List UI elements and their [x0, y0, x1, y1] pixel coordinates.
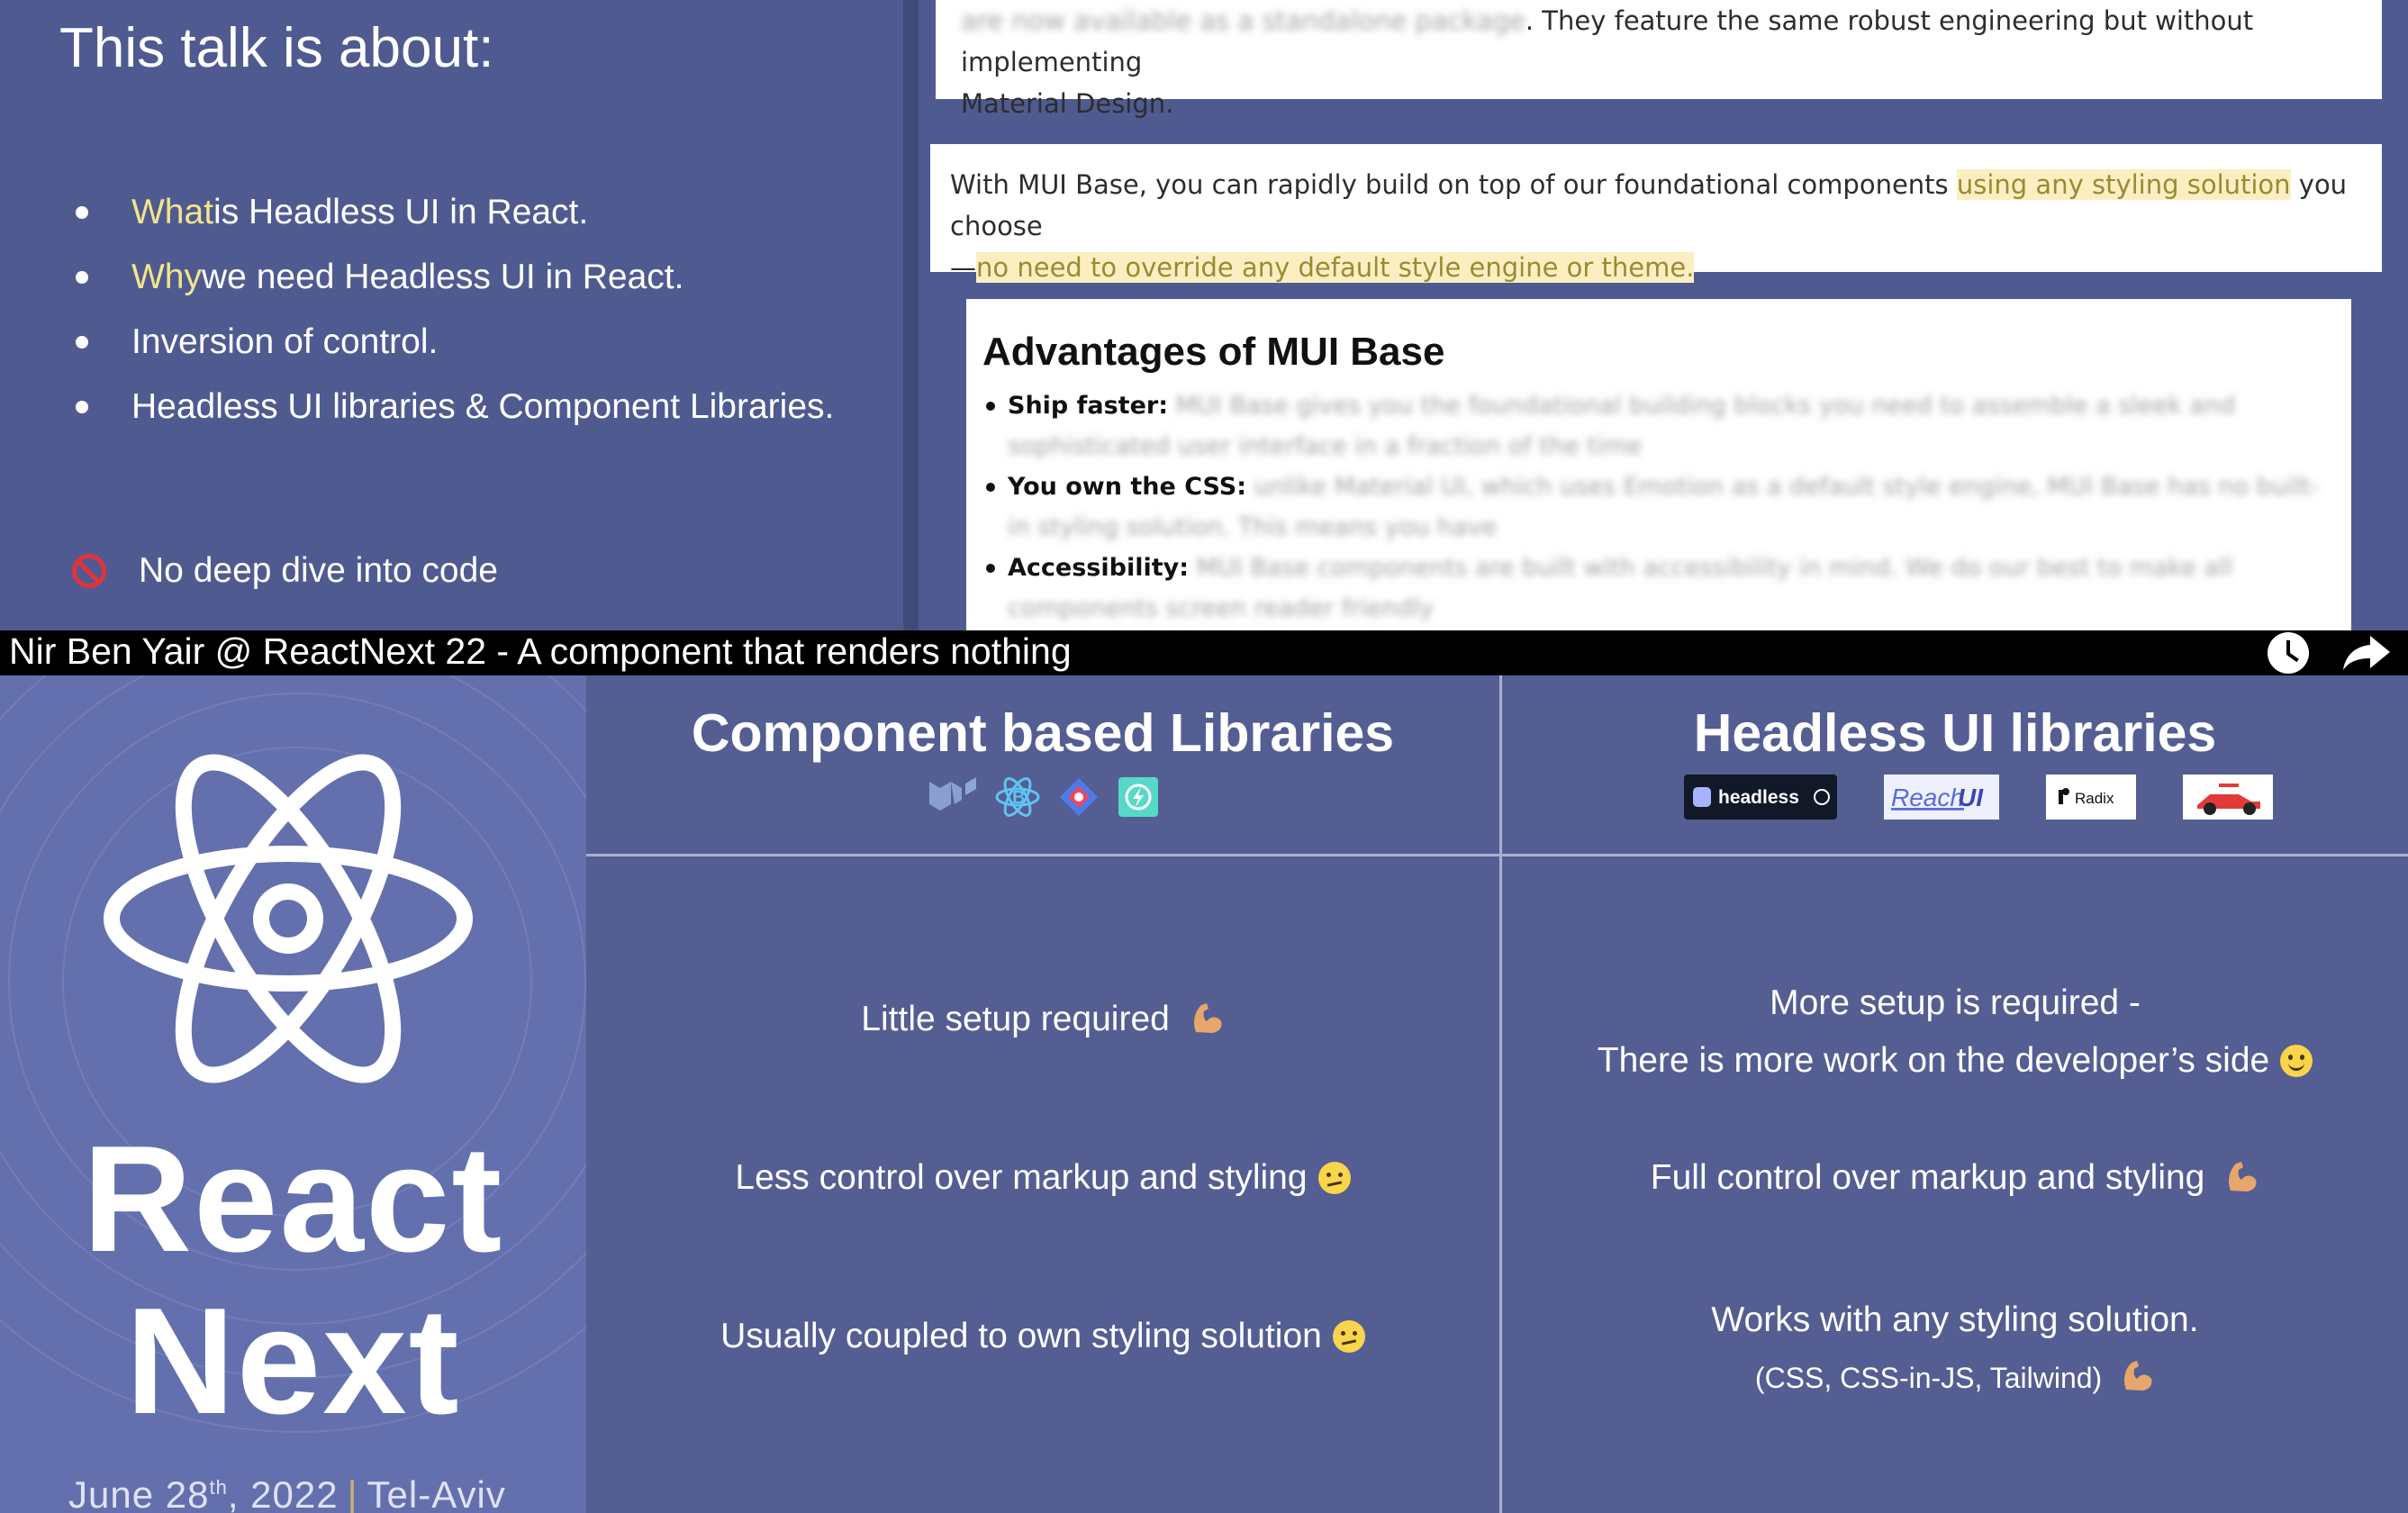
agenda-item: Headless UI libraries & Component Librar… — [76, 375, 834, 439]
reactnext-brand-panel: React Next June 28th, 2022 | Tel-Aviv — [0, 675, 586, 1513]
bullet-icon — [76, 271, 88, 284]
bullet-icon — [76, 336, 88, 349]
headless-ui-logo-icon: headless — [1684, 775, 1837, 820]
video-title[interactable]: Nir Ben Yair @ ReactNext 22 - A componen… — [9, 630, 1072, 672]
downshift-logo-icon — [2183, 775, 2273, 820]
bullet-icon — [76, 401, 88, 413]
component-libraries-styling: Usually coupled to own styling solution — [586, 1308, 1499, 1365]
headless-libraries-styling: Works with any styling solution. (CSS, C… — [1711, 1300, 2199, 1394]
bullet-icon — [76, 206, 88, 219]
reach-ui-logo-icon: Reach UI — [1884, 775, 1999, 820]
flexed-biceps-icon — [2229, 1162, 2257, 1191]
component-library-logos: B — [928, 775, 1160, 820]
comparison-slide: React Next June 28th, 2022 | Tel-Aviv Comp… — [0, 675, 2408, 1513]
chakra-logo-icon — [1118, 777, 1158, 817]
share-icon[interactable] — [2341, 634, 2392, 672]
docs-callout-card: With MUI Base, you can rapidly build on … — [930, 144, 2382, 283]
svg-text:B: B — [1012, 788, 1025, 808]
mui-docs-screenshot: are now available as a standalone packag… — [903, 0, 2408, 630]
agenda-item: What is Headless UI in React. — [76, 180, 834, 245]
radix-logo-icon: Radix — [2046, 775, 2136, 820]
flexed-biceps-icon — [1193, 1003, 1222, 1033]
confused-face-icon — [1332, 1320, 1365, 1353]
component-libraries-setup: Little setup required — [586, 991, 1499, 1048]
headless-library-logos: headless Reach UI Radix — [1684, 775, 2273, 820]
prohibited-icon — [72, 554, 106, 588]
advantage-item: Accessibility: MUI Base components are b… — [982, 548, 2335, 629]
headless-libraries-heading: Headless UI libraries — [1693, 703, 2217, 763]
agenda-slide: This talk is about: What is Headless UI … — [0, 0, 903, 630]
advantage-item: You own the CSS: unlike Material UI, whi… — [982, 467, 2335, 548]
event-date: June 28th, 2022 | Tel-Aviv — [68, 1473, 506, 1513]
video-title-bar: Nir Ben Yair @ ReactNext 22 - A componen… — [0, 630, 2408, 675]
component-libraries-heading: Component based Libraries — [691, 703, 1395, 763]
react-atom-icon — [104, 754, 473, 1083]
headless-libraries-setup: More setup is required - There is more w… — [1502, 974, 2408, 1090]
svg-text:headless: headless — [1718, 787, 1799, 808]
agenda-item: Inversion of control. — [76, 310, 834, 375]
confused-face-icon — [1317, 1162, 1351, 1194]
brand-react-text: React — [82, 1114, 504, 1283]
docs-side-strip — [903, 0, 919, 630]
flexed-biceps-icon — [2124, 1361, 2152, 1391]
component-libraries-control: Less control over markup and styling — [586, 1149, 1499, 1207]
svg-text:Reach: Reach — [1891, 784, 1964, 811]
brand-next-text: Next — [125, 1276, 461, 1445]
docs-intro-card: are now available as a standalone packag… — [936, 0, 2382, 119]
advantages-heading: Advantages of MUI Base — [982, 330, 1445, 374]
smiling-face-icon — [2280, 1045, 2313, 1077]
agenda-list: What is Headless UI in React. Why we nee… — [76, 180, 834, 439]
header-divider — [586, 854, 2408, 856]
agenda-title: This talk is about: — [59, 17, 494, 79]
advantage-item: Ship faster: MUI Base gives you the foun… — [982, 385, 2335, 467]
ant-design-logo-icon — [1060, 778, 1098, 816]
react-bootstrap-logo-icon: B — [995, 777, 1040, 817]
docs-advantages-card: Advantages of MUI Base Ship faster: MUI … — [966, 299, 2351, 630]
no-deep-dive-note: No deep dive into code — [72, 551, 498, 591]
svg-text:UI: UI — [1958, 784, 1984, 811]
clock-icon[interactable] — [2268, 632, 2309, 674]
headless-libraries-control: Full control over markup and styling — [1502, 1149, 2408, 1207]
agenda-item: Why we need Headless UI in React. — [76, 245, 834, 310]
svg-text:Radix: Radix — [2075, 790, 2114, 807]
mui-logo-icon — [929, 777, 976, 811]
